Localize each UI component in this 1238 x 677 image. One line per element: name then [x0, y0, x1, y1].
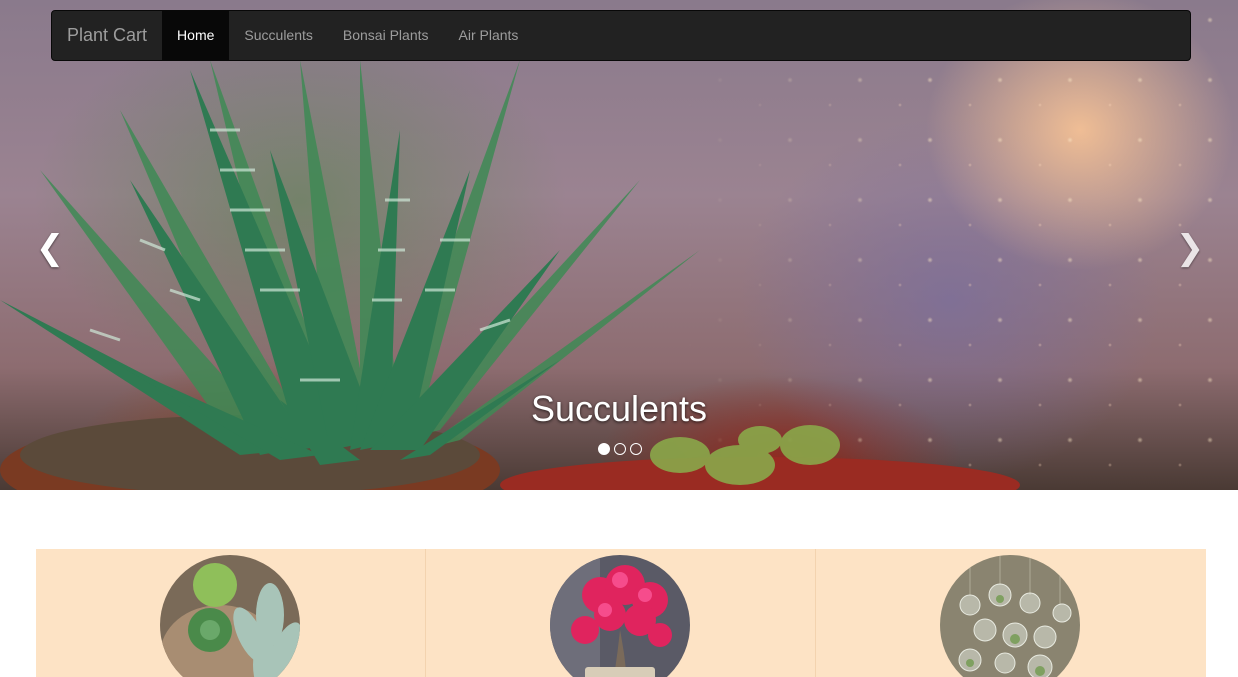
- category-cards: [36, 549, 1206, 677]
- carousel-caption: Succulents: [530, 388, 708, 429]
- nav-home[interactable]: Home: [162, 11, 230, 60]
- succulents-thumbnail[interactable]: [160, 555, 300, 677]
- hero-carousel: ❮ ❯ Succulents: [0, 0, 1238, 490]
- chevron-right-icon: ❯: [1175, 228, 1205, 268]
- carousel-indicator-2[interactable]: [614, 443, 626, 455]
- carousel-indicators: [598, 443, 642, 455]
- carousel-indicator-3[interactable]: [630, 443, 642, 455]
- card-succulents: [36, 549, 426, 677]
- top-navbar: Plant Cart Home Succulents Bonsai Plants…: [51, 10, 1191, 61]
- carousel-indicator-1[interactable]: [598, 443, 610, 455]
- carousel-prev-button[interactable]: ❮: [30, 228, 70, 268]
- nav-bonsai-plants[interactable]: Bonsai Plants: [328, 11, 444, 60]
- nav-succulents[interactable]: Succulents: [229, 11, 327, 60]
- carousel-next-button[interactable]: ❯: [1170, 228, 1210, 268]
- card-bonsai: [426, 549, 816, 677]
- bonsai-thumbnail[interactable]: [550, 555, 690, 677]
- chevron-left-icon: ❮: [35, 228, 65, 268]
- brand-link[interactable]: Plant Cart: [52, 11, 162, 60]
- card-air-plants: [816, 549, 1206, 677]
- air-plants-thumbnail[interactable]: [940, 555, 1080, 677]
- nav-air-plants[interactable]: Air Plants: [444, 11, 534, 60]
